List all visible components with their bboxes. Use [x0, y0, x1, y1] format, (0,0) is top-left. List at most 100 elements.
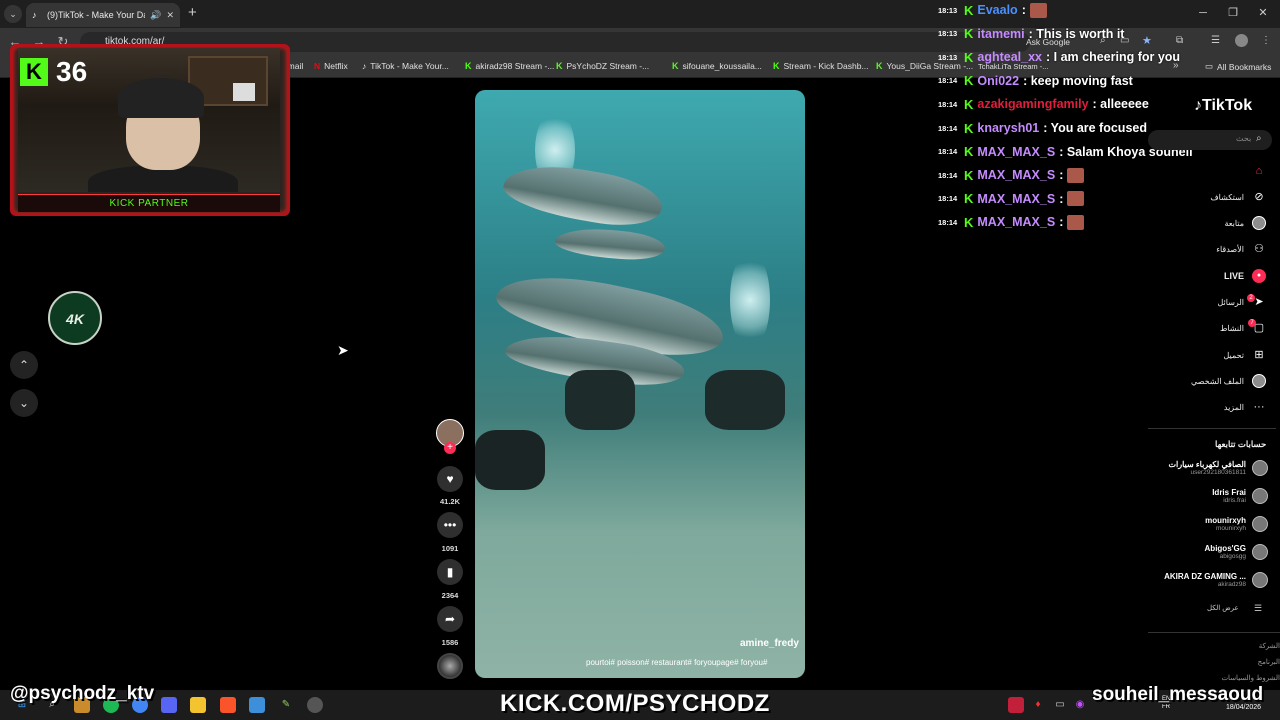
brave-icon[interactable]	[220, 697, 236, 713]
chat-username[interactable]: itamemi	[977, 27, 1024, 41]
kick-badge-icon: K	[964, 73, 974, 89]
chat-username[interactable]: MAX_MAX_S	[977, 215, 1055, 229]
see-all-link[interactable]: عرض الكل	[1207, 604, 1239, 612]
tab-title: (9)TikTok - Make Your Day	[47, 10, 146, 20]
active-tab[interactable]: ♪ (9)TikTok - Make Your Day 🔊 ✕	[26, 3, 180, 27]
following-account[interactable]: mounirxyh mounirxyh	[1205, 516, 1268, 532]
speaker-icon[interactable]: 🔊	[150, 10, 161, 21]
all-bookmarks-button[interactable]: ▭ All Bookmarks	[1205, 61, 1271, 72]
tray-app-icon[interactable]: ◉	[1072, 697, 1088, 713]
list-icon: ☰	[1254, 603, 1263, 613]
follow-plus-icon[interactable]: +	[444, 442, 456, 454]
chat-username[interactable]: MAX_MAX_S	[977, 192, 1055, 206]
bookmark-item[interactable]: K PsYchoDZ Stream -...	[556, 61, 649, 71]
obs-icon[interactable]	[307, 697, 323, 713]
bookmark-item[interactable]: Ksifouane_koussaila...	[672, 61, 762, 71]
avatar	[1252, 460, 1268, 476]
nav-explore[interactable]: استكشاف ⊘	[1210, 190, 1266, 204]
nav-activity[interactable]: النشاط ▢	[1220, 321, 1266, 335]
fish	[475, 430, 545, 490]
chat-username[interactable]: knarysh01	[977, 121, 1039, 135]
diver	[705, 370, 785, 430]
pen-icon[interactable]: ✎	[278, 697, 294, 713]
video-player[interactable]	[475, 90, 805, 678]
chat-text: : You are focused	[1043, 121, 1147, 135]
netflix-icon: N	[314, 61, 321, 71]
next-video-button[interactable]: ⌄	[10, 389, 38, 417]
messages-badge: 2	[1247, 294, 1255, 302]
profile-avatar[interactable]	[1235, 34, 1248, 47]
chat-username[interactable]: aghteal_xx	[977, 50, 1042, 64]
search-input[interactable]	[1148, 130, 1272, 150]
extensions-icon[interactable]: ⧉	[1176, 35, 1183, 46]
footer-link[interactable]: الشروط والسياسات	[1221, 674, 1280, 682]
music-disc[interactable]	[437, 653, 463, 679]
close-window-button[interactable]: ✕	[1250, 4, 1276, 22]
nav-home[interactable]: ⌂	[1244, 164, 1266, 178]
save-button[interactable]: ▮	[437, 559, 463, 585]
nav-live[interactable]: LIVE ●	[1224, 269, 1266, 283]
video-description: pourtoi# poisson# restaurant# foryoupage…	[586, 658, 768, 667]
chat-timestamp: 18:14	[938, 217, 958, 227]
discord-icon[interactable]	[161, 697, 177, 713]
bookmark-item[interactable]: ♪ TikTok - Make Your...	[362, 61, 449, 71]
kick-partner-banner: KICK PARTNER	[18, 194, 280, 212]
new-tab-button[interactable]: +	[188, 5, 202, 21]
heart-icon: ♥	[446, 472, 454, 486]
chat-timestamp: 18:14	[938, 170, 958, 180]
photos-icon[interactable]	[249, 697, 265, 713]
chat-username[interactable]: azakigamingfamily	[977, 97, 1088, 111]
browser-menu-icon[interactable]: ⋮	[1261, 35, 1271, 46]
nav-profile[interactable]: الملف الشخصي	[1191, 374, 1266, 388]
footer-link[interactable]: الشركة	[1259, 642, 1280, 650]
tray-app-icon[interactable]: ▭	[1052, 697, 1068, 713]
share-button[interactable]: ➦	[437, 606, 463, 632]
following-accounts-title: حسابات تتابعها	[1215, 439, 1267, 449]
chat-timestamp: 18:14	[938, 194, 958, 204]
chat-username[interactable]: MAX_MAX_S	[977, 168, 1055, 182]
chat-timestamp: 18:14	[938, 99, 958, 109]
kick-logo-icon: K	[20, 58, 48, 86]
tab-search-button[interactable]: ⌄	[4, 5, 22, 23]
chat-timestamp: 18:14	[938, 147, 958, 157]
maximize-button[interactable]: ❐	[1220, 4, 1246, 22]
like-button[interactable]: ♥	[437, 466, 463, 492]
chat-username[interactable]: MAX_MAX_S	[977, 145, 1055, 159]
chat-username[interactable]: Oni022	[977, 74, 1019, 88]
footer-link[interactable]: البرنامج	[1258, 658, 1280, 666]
file-explorer-icon[interactable]	[190, 697, 206, 713]
following-account[interactable]: AKIRA DZ GAMING ... akiradz98	[1164, 572, 1268, 588]
nav-following[interactable]: متابعة	[1224, 216, 1266, 230]
following-account[interactable]: الصافي لكهرباء سيارات user292180361811	[1168, 460, 1268, 476]
bookmark-item[interactable]: K Stream - Kick Dashb...	[773, 61, 869, 71]
streamer-handle-left: @psychodz_ktv	[10, 683, 155, 704]
close-tab-icon[interactable]: ✕	[166, 10, 174, 21]
chat-message: 18:13 Kitamemi: This is worth it	[938, 24, 1124, 44]
friends-icon: ⚇	[1254, 243, 1264, 255]
tray-app-icon[interactable]	[1008, 697, 1024, 713]
search-icon[interactable]: ⌕	[1256, 133, 1262, 144]
video-author[interactable]: amine_fredy	[740, 638, 799, 649]
nav-messages[interactable]: الرسائل ➤	[1218, 295, 1267, 309]
nav-upload[interactable]: تحميل ⊞	[1224, 348, 1267, 362]
kick-follower-badge: K 36	[20, 56, 87, 88]
kick-badge-icon: K	[964, 96, 974, 112]
comment-button[interactable]: •••	[437, 512, 463, 538]
tray-mic-icon[interactable]: ♦	[1030, 697, 1046, 713]
following-account[interactable]: Idris Frai idris.frai	[1212, 488, 1268, 504]
previous-video-button[interactable]: ⌃	[10, 351, 38, 379]
tab-groups-icon[interactable]: ☰	[1211, 35, 1220, 46]
bookmark-item[interactable]: N Netflix	[314, 61, 348, 71]
share-icon: ➦	[444, 612, 456, 626]
bookmark-star-icon[interactable]: ★	[1142, 34, 1152, 47]
nav-friends[interactable]: الأصدقاء ⚇	[1216, 242, 1266, 256]
chat-timestamp: 18:13	[938, 5, 958, 15]
bookmark-item[interactable]: Kakiradz98 Stream -...	[465, 61, 554, 71]
chat-username[interactable]: Evaalo	[977, 3, 1017, 17]
nav-more[interactable]: المزيد ···	[1224, 400, 1266, 414]
chat-text: :	[1059, 215, 1064, 230]
minimize-button[interactable]: ─	[1190, 4, 1216, 22]
following-account[interactable]: Abigos'GG abigosgg	[1205, 544, 1268, 560]
tiktok-logo[interactable]: ♪TikTok	[1194, 97, 1252, 115]
tiktok-note-icon: ♪	[1194, 97, 1202, 114]
